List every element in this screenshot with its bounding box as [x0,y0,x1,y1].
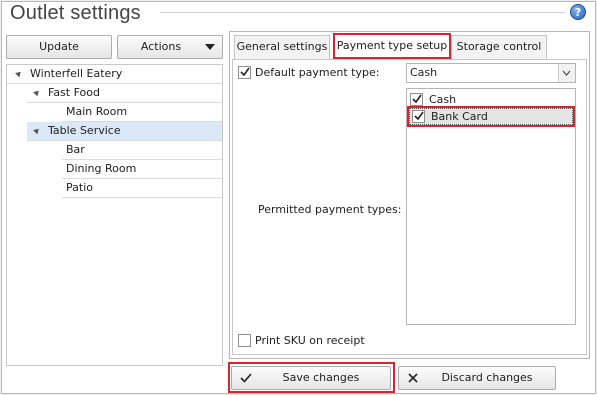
tree-item-patio[interactable]: Patio [62,179,222,198]
permitted-types-list: Cash Bank Card [406,88,576,325]
save-label: Save changes [282,371,360,384]
save-changes-button[interactable]: Save changes [231,366,391,390]
tree-item-label: Table Service [48,124,121,137]
cash-checkbox[interactable] [410,93,423,106]
outlet-tree: Winterfell Eatery Fast Food Main Room Ta… [6,64,223,366]
close-icon [408,373,418,383]
expand-triangle-icon[interactable] [33,88,41,97]
checkmark-icon [240,373,252,383]
print-sku-checkbox[interactable] [238,334,251,347]
default-payment-value: Cash [410,66,438,79]
default-payment-select[interactable]: Cash [406,63,576,83]
tree-item-label: Fast Food [48,86,100,99]
tree-item-main-room[interactable]: Main Room [62,103,222,122]
tree-item-label: Patio [66,181,93,194]
tab-general-settings[interactable]: General settings [234,35,330,59]
help-icon[interactable]: ? [570,4,586,20]
select-dropdown-button[interactable] [558,64,575,82]
checkmark-icon [412,94,422,104]
payment-type-bank-card[interactable]: Bank Card [407,106,575,127]
actions-button[interactable]: Actions [117,35,223,59]
dropdown-arrow-icon [205,44,215,50]
permitted-types-label: Permitted payment types: [258,203,402,216]
default-payment-label: Default payment type: [255,66,380,79]
page-title: Outlet settings [10,2,141,24]
tree-item-label: Main Room [66,105,128,118]
tree-item-winterfell-eatery[interactable]: Winterfell Eatery [7,65,222,84]
tree-item-label: Winterfell Eatery [30,67,123,80]
tree-item-table-service[interactable]: Table Service [27,122,222,141]
actions-label: Actions [140,40,182,53]
discard-changes-button[interactable]: Discard changes [398,366,556,390]
print-sku-label: Print SKU on receipt [255,334,365,347]
checkmark-icon [240,67,250,77]
tree-item-dining-room[interactable]: Dining Room [62,160,222,179]
title-divider [160,12,565,13]
expand-triangle-icon[interactable] [15,69,23,78]
tree-item-bar[interactable]: Bar [62,141,222,160]
bank-card-checkbox[interactable] [412,110,425,123]
tree-item-label: Dining Room [66,162,137,175]
tab-storage-control[interactable]: Storage control [451,35,547,59]
checkmark-icon [414,111,424,121]
update-button[interactable]: Update [6,35,112,59]
tree-item-label: Bar [66,143,85,156]
discard-label: Discard changes [441,371,533,384]
chevron-down-icon [562,70,571,76]
tree-item-fast-food[interactable]: Fast Food [27,84,222,103]
tab-payment-type-setup[interactable]: Payment type setup [333,33,451,59]
payment-type-label: Bank Card [431,110,488,123]
expand-triangle-icon[interactable] [33,126,41,135]
default-payment-checkbox[interactable] [238,66,251,79]
